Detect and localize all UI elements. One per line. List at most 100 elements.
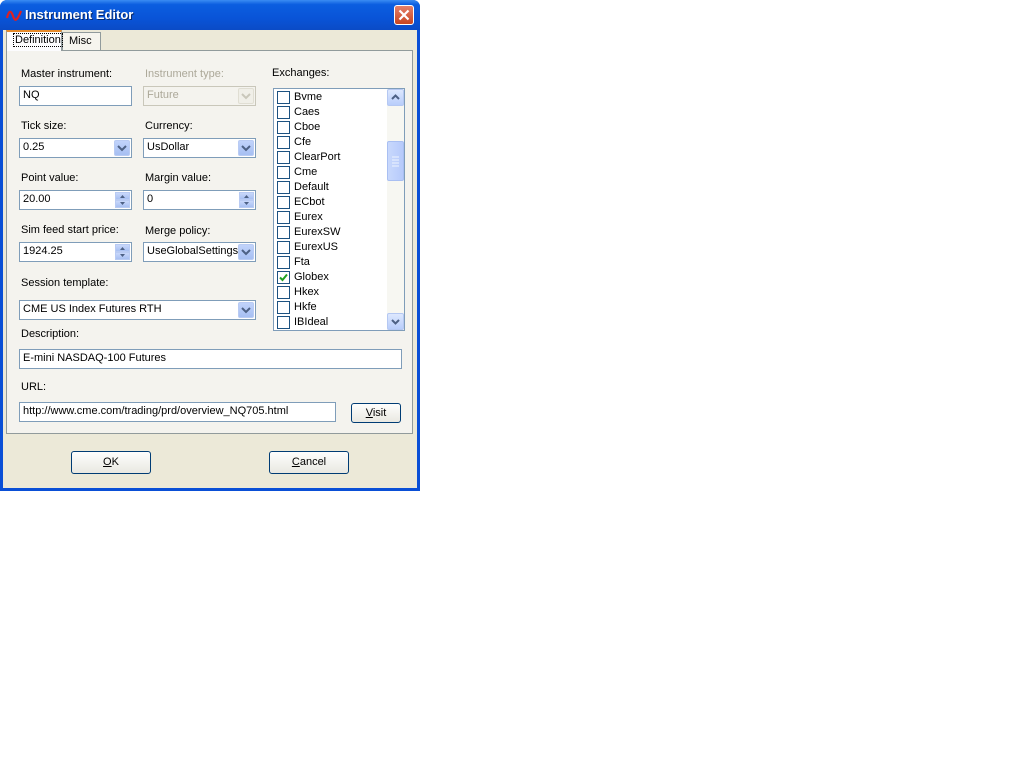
merge-policy-select[interactable]: UseGlobalSettings — [143, 242, 256, 262]
checkbox[interactable] — [277, 196, 290, 209]
caret-up-icon — [120, 247, 125, 250]
grip-icon — [392, 156, 399, 167]
tick-size-select[interactable]: 0.25 — [19, 138, 132, 158]
sim-feed-start-price-stepper[interactable]: 1924.25 — [19, 242, 132, 262]
list-item-label: EurexUS — [294, 241, 339, 253]
tab-definition[interactable]: Definition — [6, 30, 63, 51]
master-instrument-label: Master instrument: — [21, 68, 113, 80]
spin-up-button[interactable] — [239, 192, 254, 200]
list-item-label: Eurex — [294, 211, 323, 223]
scroll-up-button[interactable] — [387, 89, 404, 106]
checkbox[interactable] — [277, 226, 290, 239]
description-input[interactable]: E-mini NASDAQ-100 Futures — [19, 349, 402, 369]
close-icon — [398, 9, 410, 21]
checkbox[interactable] — [277, 136, 290, 149]
list-item-label: Cboe — [294, 121, 321, 133]
visit-button[interactable]: Visit — [351, 403, 401, 423]
sim-feed-start-price-value: 1924.25 — [23, 245, 63, 257]
cancel-button[interactable]: Cancel — [269, 451, 349, 474]
checkbox[interactable] — [277, 151, 290, 164]
instrument-type-label: Instrument type: — [145, 68, 224, 80]
list-item-label: Globex — [294, 271, 329, 283]
checkbox[interactable] — [277, 316, 290, 329]
list-item-label: IBIdeal — [294, 316, 329, 328]
exchanges-list[interactable]: Bvme Caes Cboe Cfe ClearPort Cme Default ECbot E… — [273, 88, 405, 331]
exchanges-scrollbar[interactable] — [387, 89, 404, 330]
list-item-label: ClearPort — [294, 151, 341, 163]
margin-value-value: 0 — [147, 193, 154, 205]
master-instrument-input[interactable]: NQ — [19, 86, 132, 106]
list-item-label: Caes — [294, 106, 320, 118]
checkbox[interactable] — [277, 91, 290, 104]
ok-button-label: OK — [103, 456, 119, 468]
definition-panel: Master instrument: NQ Instrument type: F… — [6, 50, 413, 434]
checkbox[interactable] — [277, 256, 290, 269]
checkbox[interactable] — [277, 301, 290, 314]
window-title: Instrument Editor — [25, 7, 134, 22]
session-template-value: CME US Index Futures RTH — [23, 303, 162, 315]
checkbox[interactable] — [277, 181, 290, 194]
tick-size-value: 0.25 — [23, 141, 45, 153]
spin-down-button[interactable] — [239, 200, 254, 208]
list-item-label: Cfe — [294, 136, 312, 148]
list-item-label: EurexSW — [294, 226, 341, 238]
caret-up-icon — [120, 195, 125, 198]
instrument-editor-window: Instrument Editor Definition Misc Master… — [0, 0, 420, 491]
scroll-down-button[interactable] — [387, 313, 404, 330]
ok-button[interactable]: OK — [71, 451, 151, 474]
session-template-select[interactable]: CME US Index Futures RTH — [19, 300, 256, 320]
chevron-down-icon — [238, 302, 254, 318]
tick-size-label: Tick size: — [21, 120, 67, 132]
caret-down-icon — [244, 202, 249, 205]
close-button[interactable] — [394, 5, 414, 25]
session-template-label: Session template: — [21, 277, 109, 289]
merge-policy-value: UseGlobalSettings — [147, 245, 239, 257]
chevron-down-icon — [238, 88, 254, 104]
sim-feed-start-price-label: Sim feed start price: — [21, 224, 119, 236]
point-value-value: 20.00 — [23, 193, 51, 205]
caret-down-icon — [120, 254, 125, 257]
title-bar[interactable]: Instrument Editor — [0, 0, 420, 30]
checkbox-checked[interactable] — [277, 271, 290, 284]
scroll-thumb[interactable] — [387, 141, 404, 181]
spin-down-button[interactable] — [115, 252, 130, 260]
cancel-button-label: Cancel — [291, 456, 327, 468]
checkbox[interactable] — [277, 286, 290, 299]
chevron-up-icon — [391, 94, 400, 100]
exchanges-label: Exchanges: — [272, 67, 330, 79]
url-label: URL: — [21, 381, 47, 393]
list-item-label: Hkfe — [294, 301, 317, 313]
instrument-type-value: Future — [147, 89, 179, 101]
list-item-label: Cme — [294, 166, 318, 178]
checkbox[interactable] — [277, 106, 290, 119]
app-logo-icon — [6, 10, 22, 21]
margin-value-stepper[interactable]: 0 — [143, 190, 256, 210]
url-input[interactable]: http://www.cme.com/trading/prd/overview_… — [19, 402, 336, 422]
instrument-type-select[interactable]: Future — [143, 86, 256, 106]
checkbox[interactable] — [277, 166, 290, 179]
checkbox[interactable] — [277, 121, 290, 134]
checkbox[interactable] — [277, 211, 290, 224]
spin-up-button[interactable] — [115, 192, 130, 200]
point-value-stepper[interactable]: 20.00 — [19, 190, 132, 210]
chevron-down-icon — [238, 140, 254, 156]
visit-button-label: Visit — [365, 407, 387, 419]
list-item-label: Bvme — [294, 91, 323, 103]
list-item-label: Hkex — [294, 286, 320, 298]
dialog-client: Definition Misc Master instrument: NQ In… — [3, 30, 417, 488]
caret-down-icon — [120, 202, 125, 205]
checkbox[interactable] — [277, 241, 290, 254]
list-item-label: ECbot — [294, 196, 325, 208]
chevron-down-icon — [391, 319, 400, 325]
chevron-down-icon — [238, 244, 254, 260]
tab-misc[interactable]: Misc — [62, 32, 101, 50]
description-label: Description: — [21, 328, 80, 340]
spin-down-button[interactable] — [115, 200, 130, 208]
point-value-label: Point value: — [21, 172, 79, 184]
margin-value-label: Margin value: — [145, 172, 212, 184]
currency-select[interactable]: UsDollar — [143, 138, 256, 158]
spin-up-button[interactable] — [115, 244, 130, 252]
currency-value: UsDollar — [147, 141, 190, 153]
currency-label: Currency: — [145, 120, 193, 132]
tab-misc-label: Misc — [69, 35, 92, 47]
